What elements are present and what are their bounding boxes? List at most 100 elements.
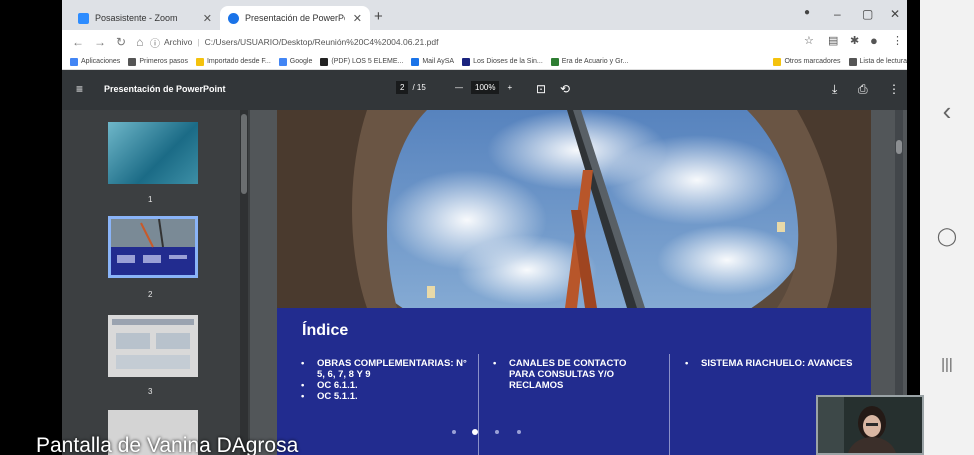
home-nav-icon[interactable]: ◯ xyxy=(920,226,974,247)
bookmark-item[interactable]: Primeros pasos xyxy=(128,57,188,66)
sidebar-scrollbar[interactable] xyxy=(240,110,248,455)
bookmark-icon xyxy=(550,57,559,66)
tab-label: Presentación de PowerPoint xyxy=(245,13,345,23)
download-icon[interactable]: ⤓ xyxy=(832,82,837,97)
reload-icon[interactable]: ↻ xyxy=(116,35,126,49)
index-item: OC 6.1.1. xyxy=(301,380,471,391)
bookmark-icon xyxy=(848,57,857,66)
letterbox-right xyxy=(907,0,920,455)
info-icon[interactable]: ⓘ xyxy=(150,35,160,50)
tab-close-icon[interactable]: ✕ xyxy=(353,12,362,25)
recents-nav-icon[interactable]: ||| xyxy=(920,356,974,373)
bookmark-label: Importado desde F... xyxy=(206,58,271,65)
minimize-button[interactable]: – xyxy=(834,7,841,21)
kebab-menu-icon[interactable]: ⋮ xyxy=(892,34,903,47)
bookmarks-bar: Aplicaciones Primeros pasos Importado desd… xyxy=(62,54,907,70)
letterbox-left xyxy=(0,0,62,455)
pdf-toolbar: ≡ Presentación de PowerPoint 2 / 15 — 10… xyxy=(62,70,907,110)
tab-zoom[interactable]: Posasistente - Zoom ✕ xyxy=(70,6,220,30)
bookmark-label: Google xyxy=(289,58,313,65)
back-nav-icon[interactable]: ‹ xyxy=(920,96,974,127)
zoom-controls: — 100% + xyxy=(455,81,512,94)
bookmark-label: Los Dioses de la Sin... xyxy=(473,58,543,65)
page-total: / 15 xyxy=(412,83,426,92)
participant-avatar xyxy=(818,397,922,453)
bookmark-label: (PDF) LOS 5 ELEME... xyxy=(331,58,404,65)
document-title: Presentación de PowerPoint xyxy=(104,84,226,94)
maximize-button[interactable]: ▢ xyxy=(862,7,873,21)
bookmark-label: Primeros pasos xyxy=(139,58,188,65)
zoom-screen-share: Posasistente - Zoom ✕ Presentación de Po… xyxy=(0,0,974,455)
bookmark-item[interactable]: Google xyxy=(278,57,313,66)
zoom-favicon-icon xyxy=(78,12,89,24)
zoom-in-button[interactable]: + xyxy=(507,83,512,92)
participant-video[interactable] xyxy=(816,395,924,455)
bookmark-icon xyxy=(70,57,78,66)
tab-presentation[interactable]: Presentación de PowerPoint ✕ xyxy=(220,6,370,30)
thumbnail-page-1[interactable] xyxy=(108,122,198,184)
content-scroll-thumb[interactable] xyxy=(896,140,902,154)
bookmark-label: Aplicaciones xyxy=(81,58,121,65)
index-item: OC 5.1.1. xyxy=(301,391,471,402)
thumbnail-2-preview xyxy=(111,218,195,275)
hamburger-menu-icon[interactable]: ≡ xyxy=(76,82,83,96)
back-arrow-icon[interactable]: ← xyxy=(72,35,84,49)
rotate-icon[interactable]: ⟲ xyxy=(560,82,570,96)
thumbnail-label: 3 xyxy=(148,387,153,396)
bookmark-label: Era de Acuario y Gr... xyxy=(561,58,629,65)
zoom-out-button[interactable]: — xyxy=(455,83,463,92)
extensions-icon[interactable]: ✱ xyxy=(850,34,859,47)
new-tab-button[interactable]: + xyxy=(374,8,383,25)
slide-index-panel: Índice OBRAS COMPLEMENTARIAS: N° 5, 6, 7… xyxy=(277,308,871,455)
thumbnail-label: 2 xyxy=(148,290,153,299)
index-item: CANALES DE CONTACTO PARA CONSULTAS Y/O R… xyxy=(493,358,653,391)
bookmark-item[interactable]: Aplicaciones xyxy=(70,57,121,66)
pdf-content[interactable]: Índice OBRAS COMPLEMENTARIAS: N° 5, 6, 7… xyxy=(250,110,907,455)
bookmark-icon xyxy=(462,57,471,66)
tab-label: Posasistente - Zoom xyxy=(95,13,178,23)
profile-icon[interactable]: ● xyxy=(804,7,810,18)
tab-strip: Posasistente - Zoom ✕ Presentación de Po… xyxy=(62,0,907,30)
bookmark-item[interactable]: Era de Acuario y Gr... xyxy=(550,57,629,66)
translate-icon[interactable]: ▤ xyxy=(828,34,838,47)
slide-heading: Índice xyxy=(302,322,349,339)
address-bar[interactable]: ⓘ Archivo | C:/Users/USUARIO/Desktop/Reu… xyxy=(150,33,790,51)
close-window-button[interactable]: ✕ xyxy=(890,7,900,21)
page-indicator: 2 / 15 xyxy=(396,81,426,94)
thumbnail-page-3[interactable] xyxy=(108,315,198,377)
thumbnail-page-2[interactable] xyxy=(108,216,198,278)
bookmark-item[interactable]: Mail AySA xyxy=(411,57,454,66)
star-icon[interactable]: ☆ xyxy=(804,34,814,47)
bookmark-icon xyxy=(278,57,287,66)
bookmark-folder[interactable]: Otros marcadores xyxy=(773,57,841,66)
bookmark-icon xyxy=(773,57,782,66)
browser-window: Posasistente - Zoom ✕ Presentación de Po… xyxy=(62,0,907,455)
slide-page-2: Índice OBRAS COMPLEMENTARIAS: N° 5, 6, 7… xyxy=(277,110,871,455)
zoom-level-input[interactable]: 100% xyxy=(471,81,500,94)
screen-share-label: Pantalla de Vanina DAgrosa xyxy=(36,434,299,455)
more-actions-icon[interactable]: ⋮ xyxy=(888,82,900,96)
sidebar-scroll-thumb[interactable] xyxy=(241,114,247,194)
home-icon[interactable]: ⌂ xyxy=(136,35,143,49)
carousel-dot xyxy=(517,430,521,434)
fit-page-icon[interactable]: ⊡ xyxy=(536,82,546,96)
bookmark-item[interactable]: (PDF) LOS 5 ELEME... xyxy=(320,57,404,66)
bookmark-folder[interactable]: Lista de lectura xyxy=(848,57,907,66)
print-icon[interactable]: ⎙ xyxy=(858,82,868,97)
bookmark-item[interactable]: Importado desde F... xyxy=(195,57,271,66)
thumbnail-3-preview xyxy=(112,319,194,369)
url-text[interactable]: C:/Users/USUARIO/Desktop/Reunión%20C4%20… xyxy=(205,37,439,47)
page-number-input[interactable]: 2 xyxy=(396,81,409,94)
forward-arrow-icon[interactable]: → xyxy=(94,35,106,49)
index-item: SISTEMA RIACHUELO: AVANCES xyxy=(685,358,855,369)
avatar[interactable]: ● xyxy=(870,33,878,48)
browser-toolbar: ← → ↻ ⌂ ⓘ Archivo | C:/Users/USUARIO/Des… xyxy=(62,30,907,54)
tab-close-icon[interactable]: ✕ xyxy=(203,12,212,25)
thumbnail-sidebar: 1 2 3 xyxy=(62,110,250,455)
thumbnail-label: 1 xyxy=(148,195,153,204)
index-column-1: OBRAS COMPLEMENTARIAS: N° 5, 6, 7, 8 Y 9… xyxy=(301,358,471,402)
bookmark-label: Otros marcadores xyxy=(784,58,841,65)
carousel-dot xyxy=(452,430,456,434)
bookmark-item[interactable]: Los Dioses de la Sin... xyxy=(462,57,543,66)
bookmark-icon xyxy=(411,57,420,66)
